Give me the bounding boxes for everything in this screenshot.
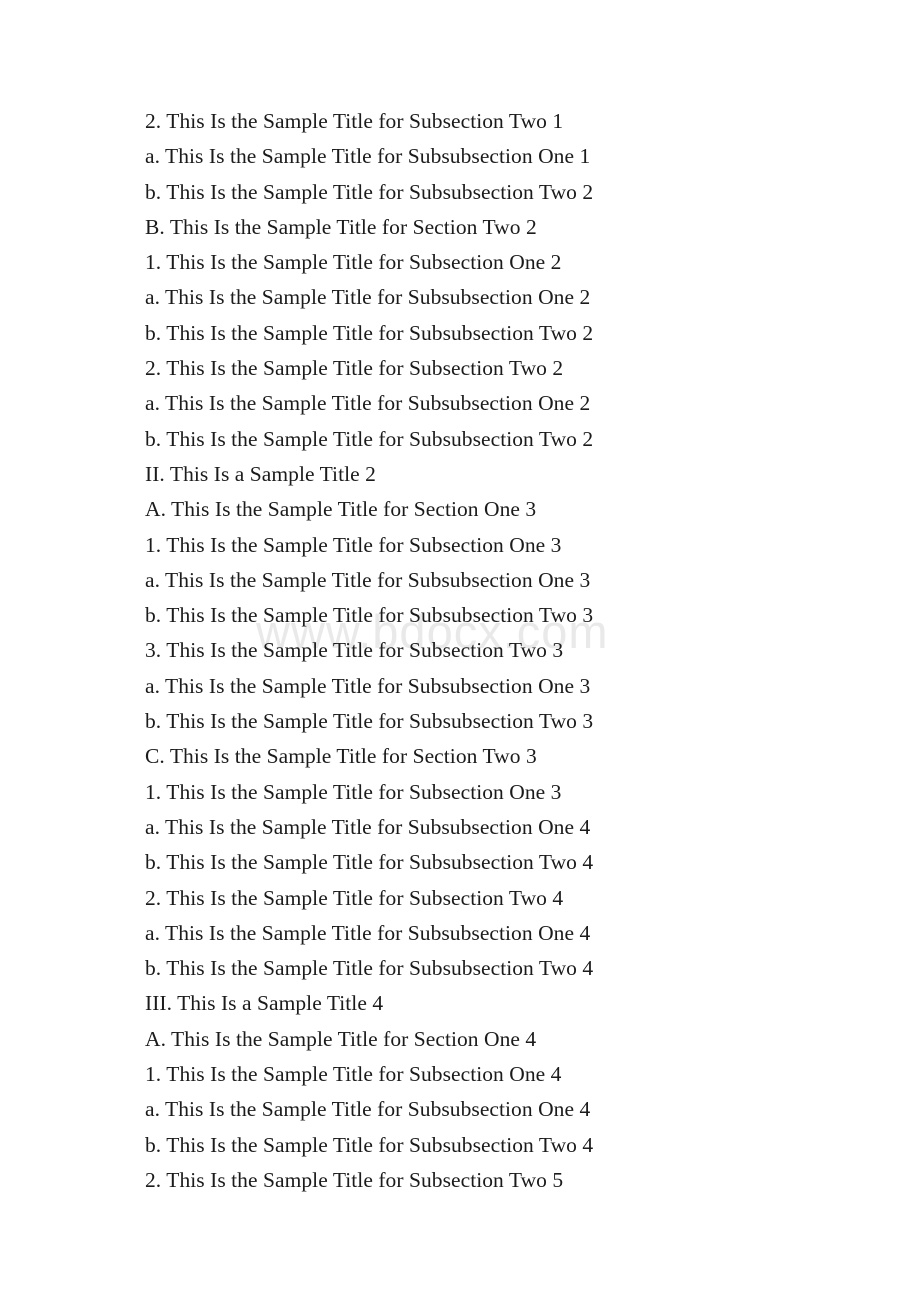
outline-line: A. This Is the Sample Title for Section …: [145, 1026, 537, 1051]
outline-line: a. This Is the Sample Title for Subsubse…: [145, 673, 591, 698]
outline-line: B. This Is the Sample Title for Section …: [145, 214, 537, 239]
outline-line: b. This Is the Sample Title for Subsubse…: [145, 179, 594, 204]
outline-line: b. This Is the Sample Title for Subsubse…: [145, 1132, 594, 1157]
outline-line: a. This Is the Sample Title for Subsubse…: [145, 391, 591, 416]
outline-line: 2. This Is the Sample Title for Subsecti…: [145, 1167, 564, 1192]
outline-line: 2. This Is the Sample Title for Subsecti…: [145, 356, 564, 381]
outline-line: a. This Is the Sample Title for Subsubse…: [145, 285, 591, 310]
outline-line: C. This Is the Sample Title for Section …: [145, 744, 537, 769]
outline-line: a. This Is the Sample Title for Subsubse…: [145, 814, 591, 839]
outline-line: 1. This Is the Sample Title for Subsecti…: [145, 250, 562, 275]
outline-line: II. This Is a Sample Title 2: [145, 461, 376, 486]
outline-line: a. This Is the Sample Title for Subsubse…: [145, 144, 591, 169]
outline-list: 2. This Is the Sample Title for Subsecti…: [145, 104, 785, 1198]
outline-line: 1. This Is the Sample Title for Subsecti…: [145, 779, 562, 804]
outline-line: 2. This Is the Sample Title for Subsecti…: [145, 885, 564, 910]
outline-line: b. This Is the Sample Title for Subsubse…: [145, 603, 594, 628]
outline-line: III. This Is a Sample Title 4: [145, 991, 384, 1016]
outline-line: 3. This Is the Sample Title for Subsecti…: [145, 638, 564, 663]
document-page: www.bdocx.com 2. This Is the Sample Titl…: [0, 0, 920, 1302]
outline-line: 1. This Is the Sample Title for Subsecti…: [145, 1062, 562, 1087]
outline-line: 1. This Is the Sample Title for Subsecti…: [145, 532, 562, 557]
outline-line: A. This Is the Sample Title for Section …: [145, 497, 537, 522]
outline-line: a. This Is the Sample Title for Subsubse…: [145, 920, 591, 945]
outline-line: b. This Is the Sample Title for Subsubse…: [145, 320, 594, 345]
outline-line: b. This Is the Sample Title for Subsubse…: [145, 850, 594, 875]
outline-line: a. This Is the Sample Title for Subsubse…: [145, 1097, 591, 1122]
outline-line: 2. This Is the Sample Title for Subsecti…: [145, 109, 564, 133]
outline-line: b. This Is the Sample Title for Subsubse…: [145, 426, 594, 451]
outline-line: b. This Is the Sample Title for Subsubse…: [145, 709, 594, 734]
outline-line: b. This Is the Sample Title for Subsubse…: [145, 956, 594, 981]
outline-line: a. This Is the Sample Title for Subsubse…: [145, 567, 591, 592]
